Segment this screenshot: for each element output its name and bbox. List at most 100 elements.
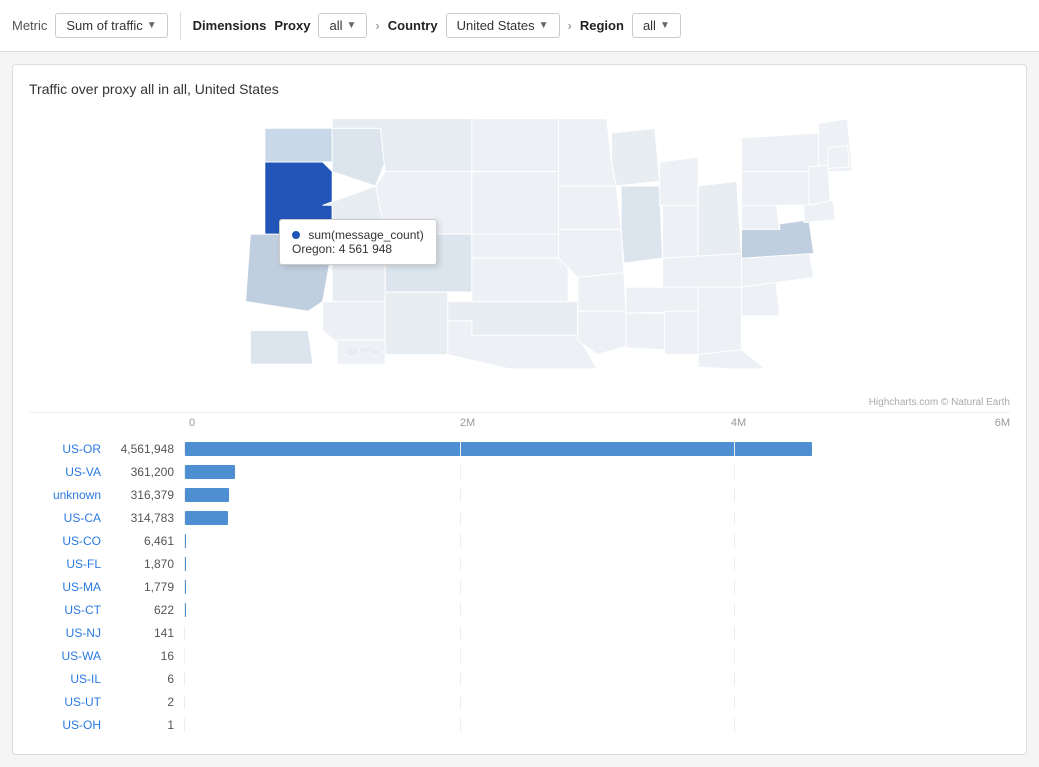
proxy-value: all: [329, 18, 342, 33]
row-label[interactable]: US-NJ: [29, 626, 109, 640]
idaho-state[interactable]: [332, 128, 385, 186]
nebraska-state[interactable]: [471, 234, 567, 258]
chart-row: US-CT622: [29, 600, 1010, 620]
row-label[interactable]: US-CA: [29, 511, 109, 525]
bar-chart-area: 0 2M 4M 6M US-OR4,561,948 US-VA361,200 unk…: [29, 412, 1010, 735]
chart-row: US-VA361,200: [29, 462, 1010, 482]
separator-1: [180, 12, 181, 40]
wisconsin-state[interactable]: [611, 128, 659, 186]
grid-line: [734, 603, 735, 617]
new-york-state[interactable]: [741, 133, 823, 172]
row-label[interactable]: US-IL: [29, 672, 109, 686]
bar-area: [184, 488, 1010, 502]
axis-labels: 0 2M 4M 6M: [189, 417, 1010, 435]
row-label[interactable]: US-UT: [29, 695, 109, 709]
row-label[interactable]: US-VA: [29, 465, 109, 479]
georgia-state[interactable]: [698, 287, 741, 354]
grid-line: [734, 626, 735, 640]
grid-line: [460, 534, 461, 548]
row-value: 6,461: [109, 534, 184, 548]
ohio-state[interactable]: [698, 181, 741, 258]
connecticut-state[interactable]: [828, 146, 849, 169]
row-label[interactable]: US-FL: [29, 557, 109, 571]
bar-area: [184, 649, 1010, 663]
row-label[interactable]: unknown: [29, 488, 109, 502]
grid-line: [460, 511, 461, 525]
metric-dropdown-arrow: ▼: [147, 20, 157, 31]
oregon-state[interactable]: [264, 162, 331, 234]
row-value: 1,870: [109, 557, 184, 571]
proxy-dropdown[interactable]: all ▼: [318, 13, 367, 38]
region-value: all: [643, 18, 656, 33]
grid-line: [460, 718, 461, 732]
row-value: 6: [109, 672, 184, 686]
bar-area: [184, 695, 1010, 709]
alabama-state[interactable]: [664, 311, 698, 354]
bar: [185, 442, 812, 456]
country-dropdown-arrow: ▼: [539, 20, 549, 31]
bar-area: [184, 534, 1010, 548]
bar-area: [184, 557, 1010, 571]
row-value: 4,561,948: [109, 442, 184, 456]
header-bar: Metric Sum of traffic ▼ Dimensions Proxy…: [0, 0, 1039, 52]
row-label[interactable]: US-OH: [29, 718, 109, 732]
north-dakota-state[interactable]: [471, 119, 558, 172]
main-content: Traffic over proxy all in all, United St…: [12, 64, 1027, 755]
bar: [185, 465, 235, 479]
indiana-state[interactable]: [662, 205, 698, 258]
arkansas-state[interactable]: [577, 273, 625, 312]
row-label[interactable]: US-CT: [29, 603, 109, 617]
dimensions-label: Dimensions: [193, 18, 267, 33]
michigan-state[interactable]: [659, 157, 698, 205]
south-dakota-state[interactable]: [471, 172, 558, 235]
iowa-state[interactable]: [558, 186, 621, 229]
proxy-label: Proxy: [274, 18, 310, 33]
grid-line: [460, 465, 461, 479]
chart-row: US-NJ141: [29, 623, 1010, 643]
metric-dropdown[interactable]: Sum of traffic ▼: [55, 13, 167, 38]
alaska-state[interactable]: [250, 330, 313, 364]
row-value: 16: [109, 649, 184, 663]
axis-label-2m: 2M: [460, 417, 475, 429]
new-mexico-state[interactable]: [385, 292, 448, 355]
chart-row: US-MA1,779: [29, 577, 1010, 597]
row-label[interactable]: US-WA: [29, 649, 109, 663]
pennsylvania-state[interactable]: [741, 167, 808, 206]
minnesota-state[interactable]: [558, 119, 616, 186]
chart-rows: US-OR4,561,948 US-VA361,200 unknown316,379…: [29, 439, 1010, 735]
chart-row: US-UT2: [29, 692, 1010, 712]
grid-line: [460, 672, 461, 686]
illinois-state[interactable]: [621, 186, 662, 263]
grid-line: [460, 626, 461, 640]
bar-area: [184, 672, 1010, 686]
grid-line: [460, 580, 461, 594]
california-state[interactable]: [245, 234, 332, 311]
kansas-state[interactable]: [471, 258, 567, 301]
map-container: sum(message_count) Oregon: 4 561 948: [29, 109, 1010, 389]
grid-line: [734, 534, 735, 548]
row-label[interactable]: US-OR: [29, 442, 109, 456]
wyoming-state[interactable]: [375, 172, 471, 235]
chart-row: unknown316,379: [29, 485, 1010, 505]
colorado-state[interactable]: [385, 234, 472, 292]
grid-line: [734, 580, 735, 594]
axis-label-4m: 4M: [731, 417, 746, 429]
grid-line: [460, 695, 461, 709]
mississippi-state[interactable]: [625, 313, 665, 350]
row-label[interactable]: US-MA: [29, 580, 109, 594]
utah-state[interactable]: [332, 249, 385, 302]
row-label[interactable]: US-CO: [29, 534, 109, 548]
chart-row: US-CO6,461: [29, 531, 1010, 551]
region-dropdown[interactable]: all ▼: [632, 13, 681, 38]
axis-label-6m: 6M: [995, 417, 1010, 429]
louisiana-state[interactable]: [577, 311, 630, 354]
chart-row: US-OR4,561,948: [29, 439, 1010, 459]
grid-line: [734, 557, 735, 571]
country-dropdown[interactable]: United States ▼: [446, 13, 560, 38]
kentucky-state[interactable]: [662, 253, 743, 290]
new-jersey-state[interactable]: [808, 165, 829, 205]
bar-area: [184, 511, 1010, 525]
grid-line: [734, 649, 735, 663]
row-value: 141: [109, 626, 184, 640]
washington-state[interactable]: [264, 128, 331, 162]
